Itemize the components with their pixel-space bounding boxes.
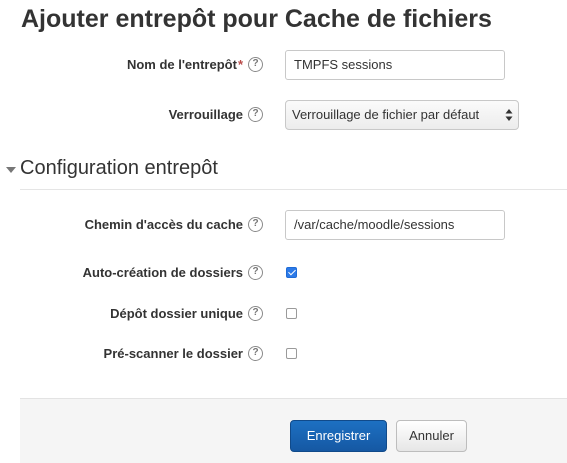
help-icon[interactable]: ? — [248, 57, 263, 72]
autocreate-checkbox[interactable] — [286, 267, 297, 278]
cache-path-input[interactable]: /var/cache/moodle/sessions — [285, 210, 505, 240]
single-folder-row: Dépôt dossier unique ? — [0, 299, 567, 329]
locking-select[interactable]: Verrouillage de fichier par défaut — [285, 100, 519, 130]
select-arrows-icon — [505, 109, 513, 121]
help-icon[interactable]: ? — [248, 346, 263, 361]
store-name-label-text: Nom de l'entrepôt — [126, 57, 237, 72]
cancel-button[interactable]: Annuler — [396, 420, 467, 452]
prescan-label: Pré-scanner le dossier — [103, 346, 243, 361]
form-actions: Enregistrer Annuler — [20, 398, 567, 463]
single-folder-checkbox[interactable] — [286, 308, 297, 319]
locking-label: Verrouillage — [168, 107, 243, 122]
prescan-checkbox[interactable] — [286, 348, 297, 359]
cache-path-label: Chemin d'accès du cache — [84, 217, 243, 232]
section-title[interactable]: Configuration entrepôt — [20, 157, 218, 180]
prescan-row: Pré-scanner le dossier ? — [0, 339, 567, 369]
help-icon[interactable]: ? — [248, 265, 263, 280]
store-name-input[interactable]: TMPFS sessions — [285, 50, 505, 80]
page-title: Ajouter entrepôt pour Cache de fichiers — [21, 5, 492, 33]
locking-row: Verrouillage ? Verrouillage de fichier p… — [0, 100, 567, 130]
cache-path-row: Chemin d'accès du cache ? /var/cache/moo… — [0, 210, 567, 240]
store-name-row: Nom de l'entrepôt* ? TMPFS sessions — [0, 50, 567, 80]
autocreate-row: Auto-création de dossiers ? — [0, 258, 567, 288]
section-divider — [20, 189, 567, 190]
help-icon[interactable]: ? — [248, 107, 263, 122]
help-icon[interactable]: ? — [248, 306, 263, 321]
required-marker: * — [237, 57, 243, 72]
store-name-label: Nom de l'entrepôt* — [127, 50, 243, 80]
autocreate-label: Auto-création de dossiers — [82, 265, 243, 280]
locking-selected-value: Verrouillage de fichier par défaut — [292, 107, 480, 122]
collapse-arrow-icon[interactable] — [6, 167, 16, 173]
save-button[interactable]: Enregistrer — [290, 420, 387, 452]
single-folder-label: Dépôt dossier unique — [110, 306, 243, 321]
help-icon[interactable]: ? — [248, 217, 263, 232]
